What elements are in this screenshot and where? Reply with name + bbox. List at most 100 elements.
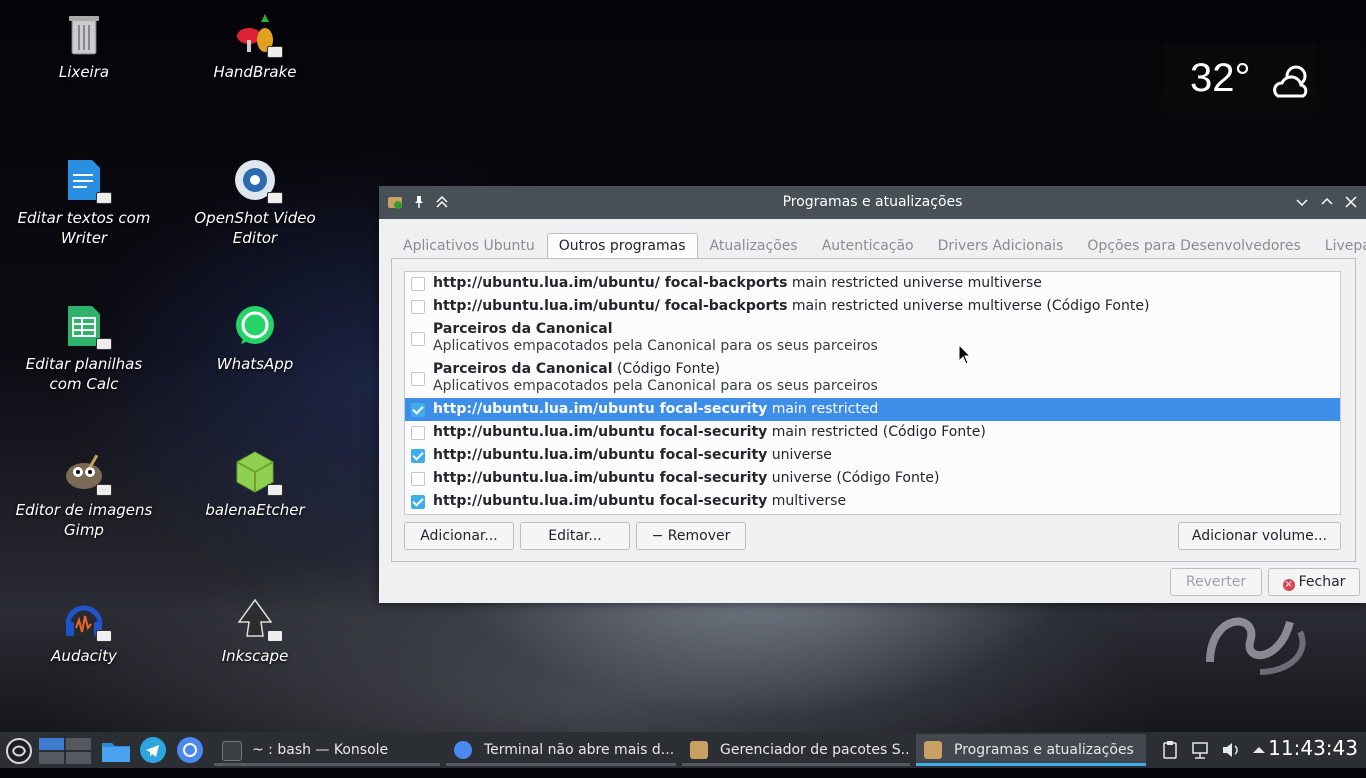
close-icon[interactable]	[1343, 194, 1359, 210]
list-item[interactable]: http://ubuntu.lua.im/ubuntu/ focal-backp…	[405, 295, 1340, 318]
list-item[interactable]: http://ubuntu.lua.im/ubuntu focal-securi…	[405, 467, 1340, 490]
add-button[interactable]: Adicionar...	[404, 522, 514, 550]
list-item-selected[interactable]: http://ubuntu.lua.im/ubuntu focal-securi…	[405, 398, 1340, 421]
inkscape-icon	[233, 596, 283, 642]
partly-cloudy-icon	[1272, 62, 1312, 102]
shortcut-badge-icon	[267, 192, 283, 204]
list-item[interactable]: Parceiros da Canonical Aplicativos empac…	[405, 318, 1340, 358]
minimize-icon[interactable]	[1294, 194, 1310, 210]
window-titlebar[interactable]: Programas e atualizações	[379, 186, 1366, 219]
desktop-icon-trash[interactable]: Lixeira	[9, 12, 159, 82]
close-circle-icon: ×	[1282, 579, 1295, 591]
list-item[interactable]: http://ubuntu.lua.im/ubuntu focal-securi…	[405, 444, 1340, 467]
desktop-icon-whatsapp[interactable]: WhatsApp	[180, 304, 330, 374]
source-checkbox[interactable]	[411, 277, 425, 291]
virtual-desktop-pager[interactable]	[38, 734, 92, 766]
tab-atualizacoes[interactable]: Atualizações	[698, 233, 810, 259]
desktop-icon-handbrake[interactable]: HandBrake	[180, 12, 330, 82]
desktop-icon-label: WhatsApp	[216, 355, 294, 373]
source-components: universe	[767, 447, 832, 463]
source-components: (Código Fonte)	[612, 361, 721, 377]
source-uri: http://ubuntu.lua.im/ubuntu focal-securi…	[433, 401, 768, 417]
task-browser[interactable]: Terminal não abre mais d...	[446, 734, 676, 766]
list-item[interactable]: http://ubuntu.lua.im/ubuntu focal-securi…	[405, 421, 1340, 444]
add-volume-button[interactable]: Adicionar volume...	[1178, 522, 1341, 550]
source-name: Parceiros da Canonical	[433, 321, 613, 337]
network-icon[interactable]	[1190, 734, 1212, 766]
desktop-icon-label: Audacity	[51, 647, 117, 665]
source-uri: http://ubuntu.lua.im/ubuntu/ focal-backp…	[433, 275, 788, 291]
source-checkbox[interactable]	[411, 472, 425, 486]
tray-expand-icon[interactable]	[1250, 734, 1268, 766]
temperature-text: 32°	[1190, 56, 1251, 100]
desktop-icon-label: Lixeira	[58, 63, 110, 81]
desktop-icon-openshot[interactable]: OpenShot Video Editor	[180, 158, 330, 248]
sources-list[interactable]: http://ubuntu.lua.im/ubuntu/ focal-backp…	[404, 271, 1341, 515]
source-text: http://ubuntu.lua.im/ubuntu/ focal-backp…	[433, 275, 1042, 291]
edit-button[interactable]: Editar...	[520, 522, 630, 550]
file-manager-icon[interactable]	[100, 734, 132, 766]
list-item[interactable]: http://ubuntu.lua.im/ubuntu focal-securi…	[405, 490, 1340, 513]
desktop-icon-inkscape[interactable]: Inkscape	[180, 596, 330, 666]
telegram-icon[interactable]	[138, 734, 168, 766]
task-label: Gerenciador de pacotes S...	[720, 742, 910, 758]
desktop-icon-audacity[interactable]: Audacity	[9, 596, 159, 666]
clipboard-icon[interactable]	[1160, 734, 1180, 766]
close-button[interactable]: × Fechar	[1268, 568, 1360, 596]
shortcut-badge-icon	[267, 46, 283, 58]
volume-icon[interactable]	[1220, 734, 1242, 766]
source-checkbox[interactable]	[411, 449, 425, 463]
chromium-icon[interactable]	[174, 734, 206, 766]
maximize-icon[interactable]	[1319, 194, 1335, 210]
task-label: Terminal não abre mais d...	[484, 742, 675, 758]
clock[interactable]: 11:43:43	[1268, 736, 1358, 760]
source-checkbox[interactable]	[411, 403, 425, 417]
list-item[interactable]: Parceiros da Canonical (Código Fonte) Ap…	[405, 358, 1340, 398]
task-konsole[interactable]: ~ : bash — Konsole	[214, 734, 440, 766]
source-text: Parceiros da Canonical (Código Fonte)	[433, 361, 720, 377]
package-manager-icon	[690, 741, 708, 759]
tab-autenticacao[interactable]: Autenticação	[810, 233, 926, 259]
desktop-icon-balenaetcher[interactable]: balenaEtcher	[180, 450, 330, 520]
source-description: Aplicativos empacotados pela Canonical p…	[433, 338, 878, 354]
source-uri: http://ubuntu.lua.im/ubuntu focal-securi…	[433, 470, 768, 486]
desktop-icon-label: Editar planilhas com Calc	[25, 355, 143, 393]
source-checkbox[interactable]	[411, 495, 425, 509]
source-name: Parceiros da Canonical	[433, 361, 613, 377]
source-checkbox[interactable]	[411, 332, 425, 346]
desktop-icon-calc[interactable]: Editar planilhas com Calc	[9, 304, 159, 394]
tab-outros-programas[interactable]: Outros programas	[546, 233, 698, 259]
desktop-icon-gimp[interactable]: Editor de imagens Gimp	[9, 450, 159, 540]
tab-drivers-adicionais[interactable]: Drivers Adicionais	[926, 233, 1076, 259]
task-package-manager[interactable]: Gerenciador de pacotes S...	[682, 734, 910, 766]
desktop-icon-writer[interactable]: Editar textos com Writer	[9, 158, 159, 248]
source-text: Parceiros da Canonical	[433, 321, 613, 337]
source-components: main restricted	[767, 401, 879, 417]
tab-bar: Aplicativos Ubuntu Outros programas Atua…	[391, 233, 1366, 259]
shortcut-badge-icon	[96, 338, 112, 350]
weather-widget[interactable]: 32°	[1162, 42, 1318, 118]
source-uri: http://ubuntu.lua.im/ubuntu focal-securi…	[433, 424, 768, 440]
list-item[interactable]: http://ubuntu.lua.im/ubuntu/ focal-backp…	[405, 272, 1340, 295]
source-checkbox[interactable]	[411, 426, 425, 440]
shortcut-badge-icon	[96, 484, 112, 496]
balenaetcher-icon	[233, 450, 283, 496]
app-launcher-icon[interactable]	[4, 734, 34, 766]
source-checkbox[interactable]	[411, 372, 425, 386]
source-components: multiverse	[767, 493, 847, 509]
tab-aplicativos-ubuntu[interactable]: Aplicativos Ubuntu	[391, 233, 547, 259]
remove-label: Remover	[667, 528, 731, 544]
source-description: Aplicativos empacotados pela Canonical p…	[433, 378, 878, 394]
source-checkbox[interactable]	[411, 300, 425, 314]
audacity-icon	[62, 596, 112, 642]
revert-button[interactable]: Reverter	[1170, 568, 1262, 596]
trash-icon	[62, 12, 106, 56]
source-uri: http://ubuntu.lua.im/ubuntu/ focal-backp…	[433, 298, 788, 314]
task-software-properties[interactable]: Programas e atualizações	[916, 734, 1146, 766]
tab-opcoes-desenvolvedores[interactable]: Opções para Desenvolvedores	[1075, 233, 1312, 259]
remove-button[interactable]: − Remover	[636, 522, 746, 550]
source-uri: http://ubuntu.lua.im/ubuntu focal-securi…	[433, 493, 768, 509]
close-label: Fechar	[1298, 574, 1346, 590]
source-text: http://ubuntu.lua.im/ubuntu/ focal-backp…	[433, 298, 1149, 314]
tab-livepatch[interactable]: Livepatch	[1313, 233, 1366, 259]
